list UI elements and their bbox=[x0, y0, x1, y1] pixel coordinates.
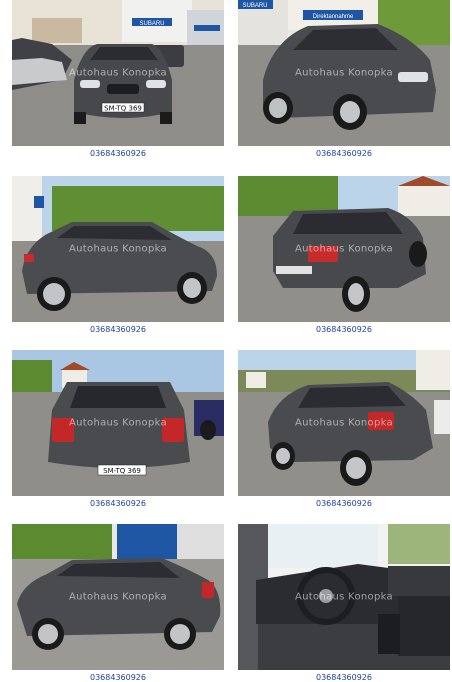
gallery-item-5: SM-TQ 369 Autohaus Konopka 03684360926 bbox=[12, 350, 224, 508]
phone-link[interactable]: 03684360926 bbox=[12, 325, 224, 334]
car-photo-front-right[interactable]: SUBARU Direktannahme Autohaus Konopka bbox=[238, 0, 450, 146]
gallery-item-2: SUBARU Direktannahme Autohaus Konopka 03… bbox=[238, 0, 450, 158]
car-front-image: SUBARU SM-TQ 369 bbox=[12, 0, 224, 146]
gallery-item-4: Autohaus Konopka 03684360926 bbox=[238, 176, 450, 334]
car-left-side-image bbox=[12, 176, 224, 322]
subaru-sign: SUBARU bbox=[242, 3, 267, 9]
car-interior-image bbox=[238, 524, 450, 670]
phone-link[interactable]: 03684360926 bbox=[238, 325, 450, 334]
direktannahme-sign: Direktannahme bbox=[313, 14, 354, 20]
license-plate: SM-TQ 369 bbox=[104, 105, 142, 113]
car-rear-right-image bbox=[238, 350, 450, 496]
phone-link[interactable]: 03684360926 bbox=[238, 673, 450, 682]
gallery-item-7: Autohaus Konopka 03684360926 bbox=[12, 524, 224, 682]
car-photo-rear[interactable]: SM-TQ 369 Autohaus Konopka bbox=[12, 350, 224, 496]
car-photo-rear-right[interactable]: Autohaus Konopka bbox=[238, 350, 450, 496]
phone-link[interactable]: 03684360926 bbox=[12, 673, 224, 682]
gallery-item-1: SUBARU SM-TQ 369 Autohaus Konopka 036843… bbox=[12, 0, 224, 158]
phone-link[interactable]: 03684360926 bbox=[238, 499, 450, 508]
license-plate: SM-TQ 369 bbox=[103, 467, 141, 475]
subaru-sign: SUBARU bbox=[139, 21, 164, 27]
car-photo-interior[interactable]: Autohaus Konopka bbox=[238, 524, 450, 670]
car-photo-left-side-2[interactable]: Autohaus Konopka bbox=[12, 524, 224, 670]
car-front-right-image: SUBARU Direktannahme bbox=[238, 0, 450, 146]
phone-link[interactable]: 03684360926 bbox=[12, 499, 224, 508]
car-left-side-2-image bbox=[12, 524, 224, 670]
car-rear-image: SM-TQ 369 bbox=[12, 350, 224, 496]
phone-link[interactable]: 03684360926 bbox=[238, 149, 450, 158]
gallery-item-3: Autohaus Konopka 03684360926 bbox=[12, 176, 224, 334]
gallery-item-6: Autohaus Konopka 03684360926 bbox=[238, 350, 450, 508]
car-photo-rear-left[interactable]: Autohaus Konopka bbox=[238, 176, 450, 322]
car-rear-left-image bbox=[238, 176, 450, 322]
car-photo-left-side[interactable]: Autohaus Konopka bbox=[12, 176, 224, 322]
car-photo-front[interactable]: SUBARU SM-TQ 369 Autohaus Konopka bbox=[12, 0, 224, 146]
gallery-item-8: Autohaus Konopka 03684360926 bbox=[238, 524, 450, 682]
phone-link[interactable]: 03684360926 bbox=[12, 149, 224, 158]
